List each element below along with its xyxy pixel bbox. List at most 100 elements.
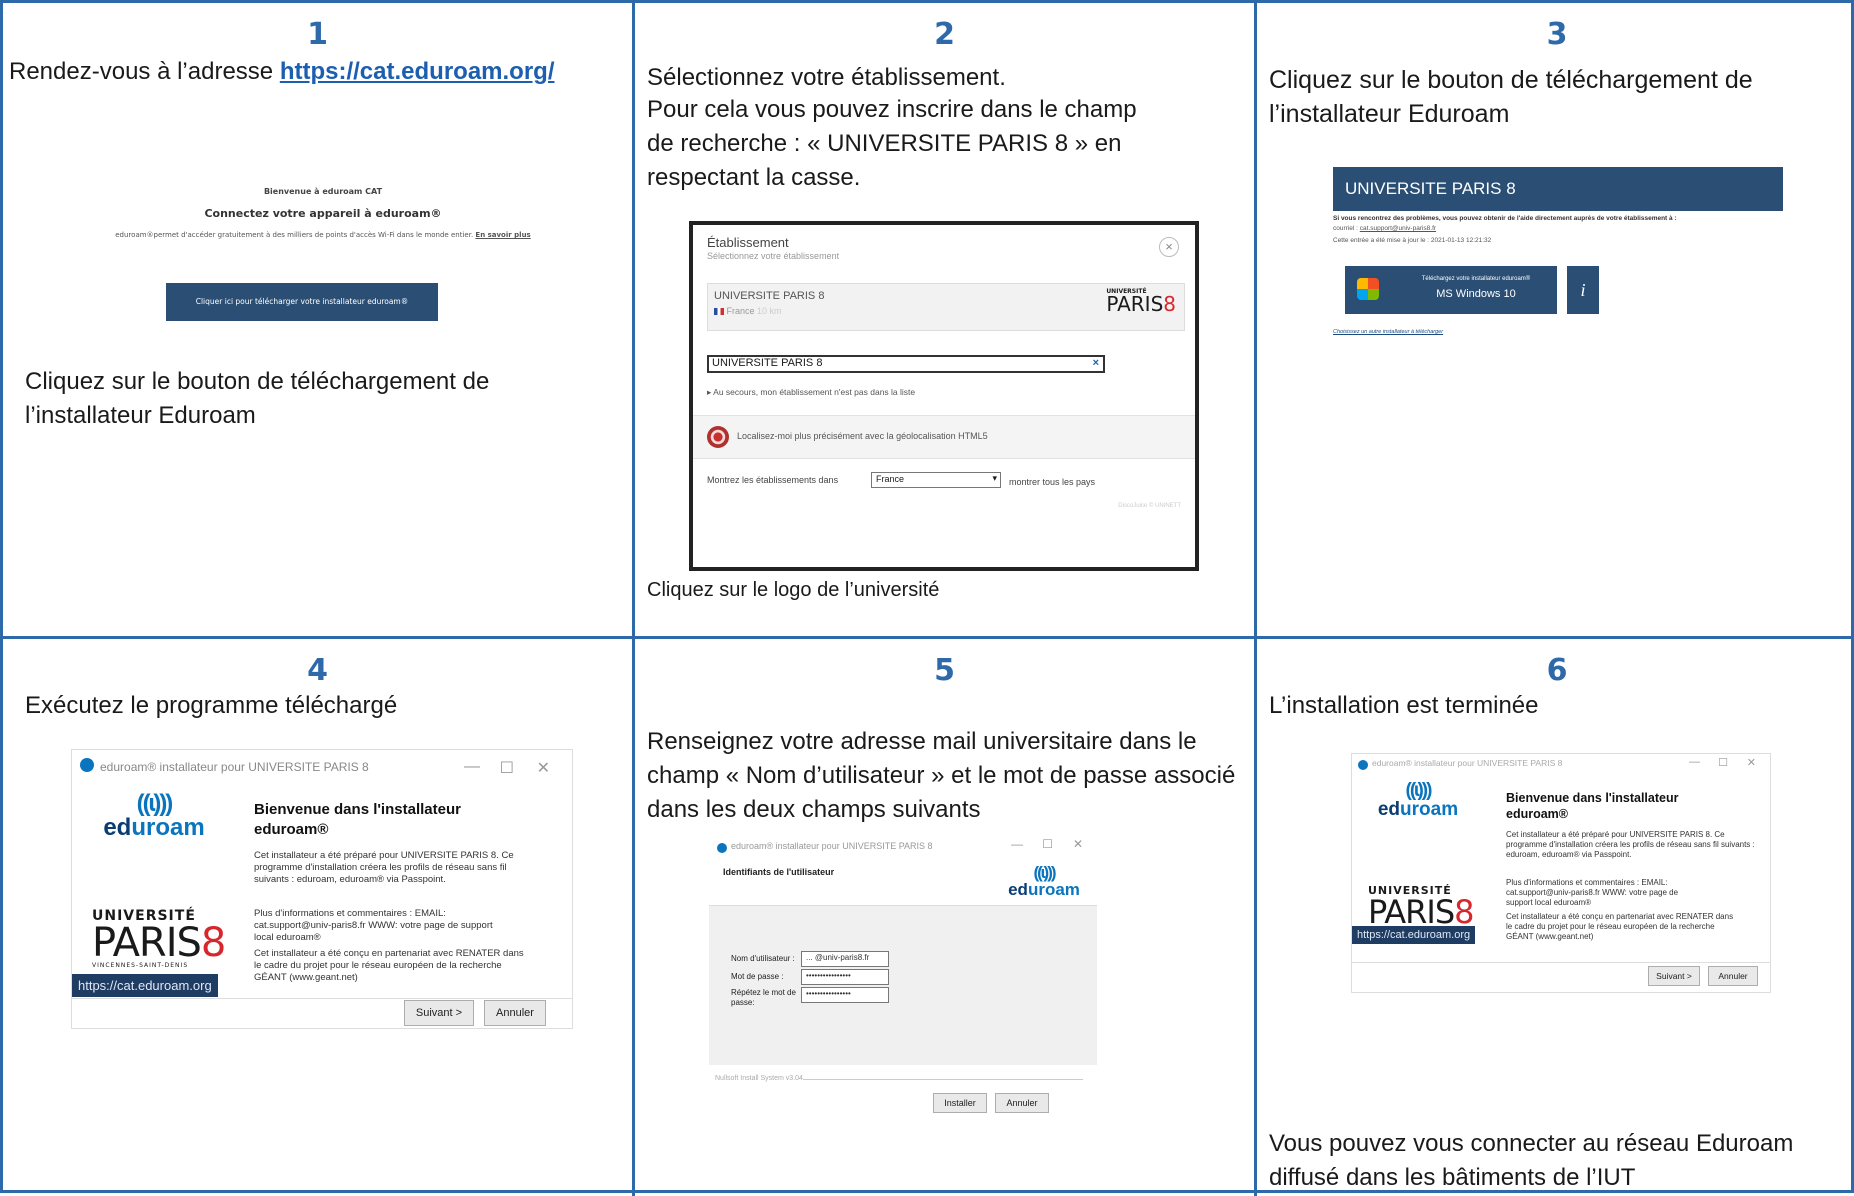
username-label: Nom d'utilisateur : xyxy=(731,954,795,963)
show-label: Montrez les établissements dans xyxy=(707,475,839,485)
password-label: Mot de passe : xyxy=(731,972,784,981)
picker-footer: DiscoJuice © UNINETT xyxy=(1118,503,1181,509)
geoloc-row[interactable]: Localisez-moi plus précisément avec la g… xyxy=(693,415,1195,459)
institution-banner: UNIVERSITE PARIS 8 xyxy=(1333,167,1783,211)
help-text: Si vous rencontrez des problèmes, vous p… xyxy=(1333,215,1677,222)
password-input[interactable]: •••••••••••••••• xyxy=(801,969,889,985)
eduroam-cat-link[interactable]: https://cat.eduroam.org/ xyxy=(280,58,555,85)
cat-download-button[interactable]: Cliquer ici pour télécharger votre insta… xyxy=(166,283,438,321)
cancel-button[interactable]: Annuler xyxy=(484,1000,546,1026)
support-email-link[interactable]: cat.support@univ-paris8.fr xyxy=(1360,225,1436,232)
result-name: UNIVERSITE PARIS 8 xyxy=(714,290,825,302)
installer-finished-screenshot: eduroam® installateur pour UNIVERSITE PA… xyxy=(1351,753,1771,993)
minimize-icon[interactable]: — xyxy=(464,758,480,776)
installer-titlebar: eduroam® installateur pour UNIVERSITE PA… xyxy=(100,760,369,774)
installer-welcome-screenshot: eduroam® installateur pour UNIVERSITE PA… xyxy=(71,749,573,1029)
step-4-cell: 4 Exécutez le programme téléchargé eduro… xyxy=(3,639,635,1196)
step-3-cell: 3 Cliquez sur le bouton de téléchargemen… xyxy=(1257,3,1854,639)
download-os-label: MS Windows 10 xyxy=(1436,288,1516,300)
cat-more-link[interactable]: En savoir plus xyxy=(475,231,530,239)
step-2-text-b: Pour cela vous pouvez inscrire dans le c… xyxy=(647,96,1137,191)
installer-p3: Cet installateur a été conçu en partenar… xyxy=(254,948,524,983)
credentials-form-panel: Nom d'utilisateur : ... @univ-paris8.fr … xyxy=(709,905,1097,1065)
install-button[interactable]: Installer xyxy=(933,1093,987,1113)
picker-title: Établissement xyxy=(707,235,789,250)
picker-result-row[interactable]: UNIVERSITE PARIS 8 France 10 km UNIVERSI… xyxy=(707,283,1185,331)
chevron-down-icon: ▾ xyxy=(992,473,997,483)
step-6-text: L’installation est terminée xyxy=(1269,692,1539,719)
search-clear-icon[interactable]: × xyxy=(1093,357,1099,369)
step-3-number: 3 xyxy=(1546,17,1568,52)
paris8-logo-eight: 8 xyxy=(1163,292,1176,316)
result-location: France 10 km xyxy=(714,306,782,316)
show-all-link[interactable]: montrer tous les pays xyxy=(1009,475,1194,489)
paris8-logo: UNIVERSITÉ PARIS8 VINCENNES-SAINT-DENIS xyxy=(92,908,226,969)
eduroam-titlebar-icon xyxy=(717,843,727,853)
picker-close-button[interactable]: × xyxy=(1159,237,1179,257)
eduroam-logo: ((ɩ))) eduroam xyxy=(92,790,216,841)
other-installer-link[interactable]: Choisissez un autre installateur à téléc… xyxy=(1333,329,1443,335)
maximize-icon[interactable]: ☐ xyxy=(1042,837,1053,851)
eduroam-word-a: ed xyxy=(1377,799,1401,820)
step-1-prefix: Rendez-vous à l’adresse xyxy=(9,58,280,85)
minimize-icon[interactable]: — xyxy=(1011,837,1023,851)
eduroam-titlebar-icon xyxy=(80,758,94,772)
credentials-heading: Identifiants de l'utilisateur xyxy=(723,867,835,877)
close-icon[interactable]: ✕ xyxy=(1747,756,1756,769)
eduroam-word-b: uroam xyxy=(1400,799,1459,820)
step-1-number: 1 xyxy=(307,17,328,52)
eduroam-word-b: uroam xyxy=(131,814,205,841)
country-select[interactable]: France ▾ xyxy=(871,472,1001,488)
step-1-text: Rendez-vous à l’adresse https://cat.edur… xyxy=(9,55,629,89)
cancel-button[interactable]: Annuler xyxy=(1708,966,1758,986)
download-small-label: Téléchargez votre installateur eduroam® xyxy=(1421,276,1531,282)
fallback-link[interactable]: ▸ Au secours, mon établissement n'est pa… xyxy=(707,387,915,398)
maximize-icon[interactable]: ☐ xyxy=(500,758,514,778)
installer-p2: Plus d'informations et commentaires : EM… xyxy=(254,908,493,943)
step-1-cell: 1 Rendez-vous à l’adresse https://cat.ed… xyxy=(3,3,635,639)
p8-paris: PARIS xyxy=(92,920,202,966)
finished-heading: Bienvenue dans l'installateur eduroam® xyxy=(1506,791,1679,821)
finished-footer-line xyxy=(1352,962,1770,963)
search-value: UNIVERSITE PARIS 8 xyxy=(712,357,823,369)
result-distance: 10 km xyxy=(757,306,782,316)
info-button[interactable]: i xyxy=(1567,266,1599,314)
next-button[interactable]: Suivant > xyxy=(404,1000,474,1026)
maximize-icon[interactable]: ☐ xyxy=(1718,756,1728,769)
eduroam-word-b: uroam xyxy=(1027,880,1080,899)
username-input[interactable]: ... @univ-paris8.fr xyxy=(801,951,889,967)
institution-search-input[interactable]: UNIVERSITE PARIS 8 × xyxy=(707,355,1105,373)
step-5-text: Renseignez votre adresse mail universita… xyxy=(647,728,1236,823)
credentials-titlebar: eduroam® installateur pour UNIVERSITE PA… xyxy=(731,841,933,851)
step-3-text: Cliquez sur le bouton de téléchargement … xyxy=(1269,66,1753,128)
close-icon[interactable]: ✕ xyxy=(1073,837,1083,851)
updated-line: Cette entrée a été mise à jour le : 2021… xyxy=(1333,237,1492,244)
cat-description: eduroam®permet d'accéder gratuitement à … xyxy=(73,231,573,239)
close-icon[interactable]: ✕ xyxy=(537,758,550,778)
windows-logo-icon xyxy=(1357,278,1379,300)
nsis-line xyxy=(803,1079,1083,1080)
next-button[interactable]: Suivant > xyxy=(1648,966,1700,986)
cat-homepage-screenshot: Bienvenue à eduroam CAT Connectez votre … xyxy=(73,173,573,333)
country-select-value: France xyxy=(876,474,905,484)
cancel-button[interactable]: Annuler xyxy=(995,1093,1049,1113)
paris8-logo-paris: PARIS xyxy=(1106,292,1164,316)
step-6-number: 6 xyxy=(1546,653,1568,688)
cat-desc-text: eduroam®permet d'accéder gratuitement à … xyxy=(115,231,474,239)
paris8-logo[interactable]: UNIVERSITÉ PARIS8 xyxy=(1106,288,1176,316)
step-2-number: 2 xyxy=(934,17,955,52)
finished-titlebar: eduroam® installateur pour UNIVERSITE PA… xyxy=(1372,758,1563,768)
step-5-cell: 5 Renseignez votre adresse mail universi… xyxy=(635,639,1257,1196)
finished-p1: Cet installateur a été préparé pour UNIV… xyxy=(1506,830,1755,859)
email-line: courriel : cat.support@univ-paris8.fr xyxy=(1333,225,1436,232)
step-2-caption: Cliquez sur le logo de l’université xyxy=(647,579,940,601)
password-repeat-input[interactable]: •••••••••••••••• xyxy=(801,987,889,1003)
picker-subtitle: Sélectionnez votre établissement xyxy=(707,251,840,261)
installer-p1: Cet installateur a été préparé pour UNIV… xyxy=(254,850,514,885)
minimize-icon[interactable]: — xyxy=(1689,756,1700,768)
step-2-cell: 2 Sélectionnez votre établissement. Pour… xyxy=(635,3,1257,639)
eduroam-titlebar-icon xyxy=(1358,760,1368,770)
step-6-cell: 6 L’installation est terminée eduroam® i… xyxy=(1257,639,1854,1196)
installer-footer-line xyxy=(72,998,572,999)
windows-download-button[interactable]: Téléchargez votre installateur eduroam® … xyxy=(1345,266,1557,314)
